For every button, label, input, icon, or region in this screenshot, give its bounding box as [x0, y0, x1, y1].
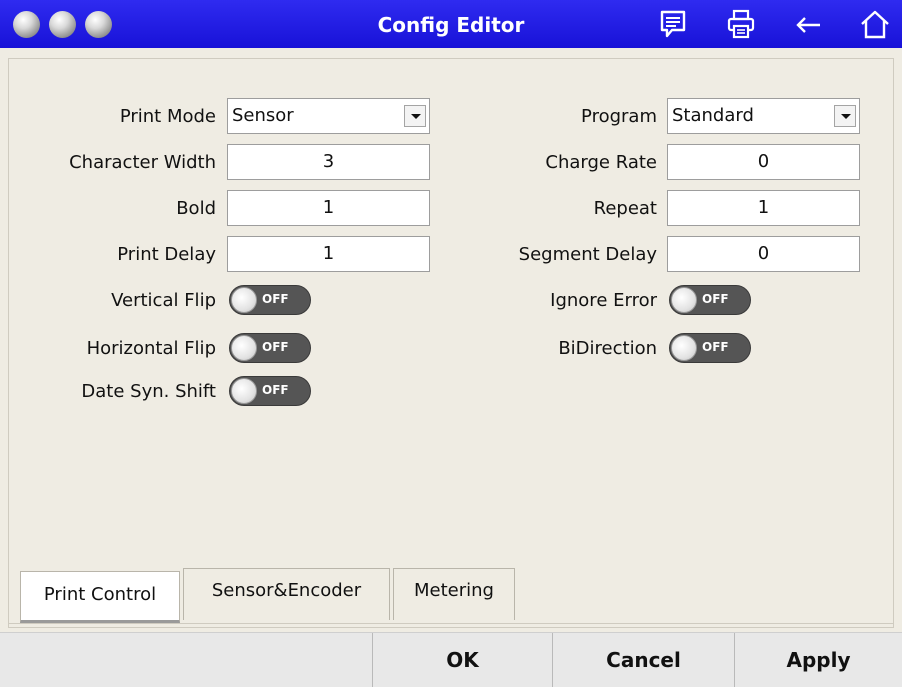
program-value: Standard [672, 105, 754, 126]
bidirection-label: BiDirection [558, 338, 657, 359]
horizontal-flip-toggle[interactable]: OFF [229, 333, 311, 363]
tab-strip-divider [8, 623, 894, 624]
ignore-error-label: Ignore Error [550, 290, 657, 311]
back-arrow-icon[interactable] [792, 8, 826, 40]
print-mode-select[interactable]: Sensor [227, 98, 430, 134]
date-syn-shift-toggle[interactable]: OFF [229, 376, 311, 406]
cancel-button[interactable]: Cancel [552, 633, 734, 687]
print-delay-label: Print Delay [117, 244, 216, 265]
program-select[interactable]: Standard [667, 98, 860, 134]
toggle-state: OFF [702, 340, 729, 354]
tab-metering[interactable]: Metering [393, 568, 515, 620]
ignore-error-toggle[interactable]: OFF [669, 285, 751, 315]
vertical-flip-label: Vertical Flip [111, 290, 216, 311]
horizontal-flip-label: Horizontal Flip [86, 338, 216, 359]
bidirection-toggle[interactable]: OFF [669, 333, 751, 363]
button-bar: OK Cancel Apply [0, 632, 902, 687]
charge-rate-input[interactable]: 0 [667, 144, 860, 180]
comment-icon[interactable] [656, 8, 690, 40]
title-bar: Config Editor [0, 0, 902, 48]
print-mode-label: Print Mode [119, 106, 216, 127]
date-syn-shift-label: Date Syn. Shift [81, 381, 216, 402]
character-width-input[interactable]: 3 [227, 144, 430, 180]
toggle-knob [671, 335, 697, 361]
print-mode-value: Sensor [232, 105, 294, 126]
window-title: Config Editor [377, 13, 525, 37]
bold-label: Bold [176, 198, 216, 219]
chevron-down-icon[interactable] [404, 105, 426, 127]
toggle-knob [231, 335, 257, 361]
segment-delay-input[interactable]: 0 [667, 236, 860, 272]
bold-input[interactable]: 1 [227, 190, 430, 226]
toggle-knob [671, 287, 697, 313]
charge-rate-label: Charge Rate [545, 152, 657, 173]
character-width-label: Character Width [69, 152, 216, 173]
apply-button[interactable]: Apply [734, 633, 902, 687]
toggle-knob [231, 378, 257, 404]
segment-delay-label: Segment Delay [518, 244, 657, 265]
toggle-state: OFF [262, 340, 289, 354]
home-icon[interactable] [858, 8, 892, 40]
toggle-knob [231, 287, 257, 313]
vertical-flip-toggle[interactable]: OFF [229, 285, 311, 315]
print-delay-input[interactable]: 1 [227, 236, 430, 272]
tab-sensor-encoder[interactable]: Sensor&Encoder [183, 568, 390, 620]
repeat-label: Repeat [593, 198, 657, 219]
program-label: Program [581, 106, 657, 127]
tab-print-control[interactable]: Print Control [20, 571, 180, 623]
toggle-state: OFF [262, 292, 289, 306]
repeat-input[interactable]: 1 [667, 190, 860, 226]
chevron-down-icon[interactable] [834, 105, 856, 127]
toggle-state: OFF [262, 383, 289, 397]
ok-button[interactable]: OK [372, 633, 552, 687]
printer-icon[interactable] [724, 8, 758, 40]
toggle-state: OFF [702, 292, 729, 306]
